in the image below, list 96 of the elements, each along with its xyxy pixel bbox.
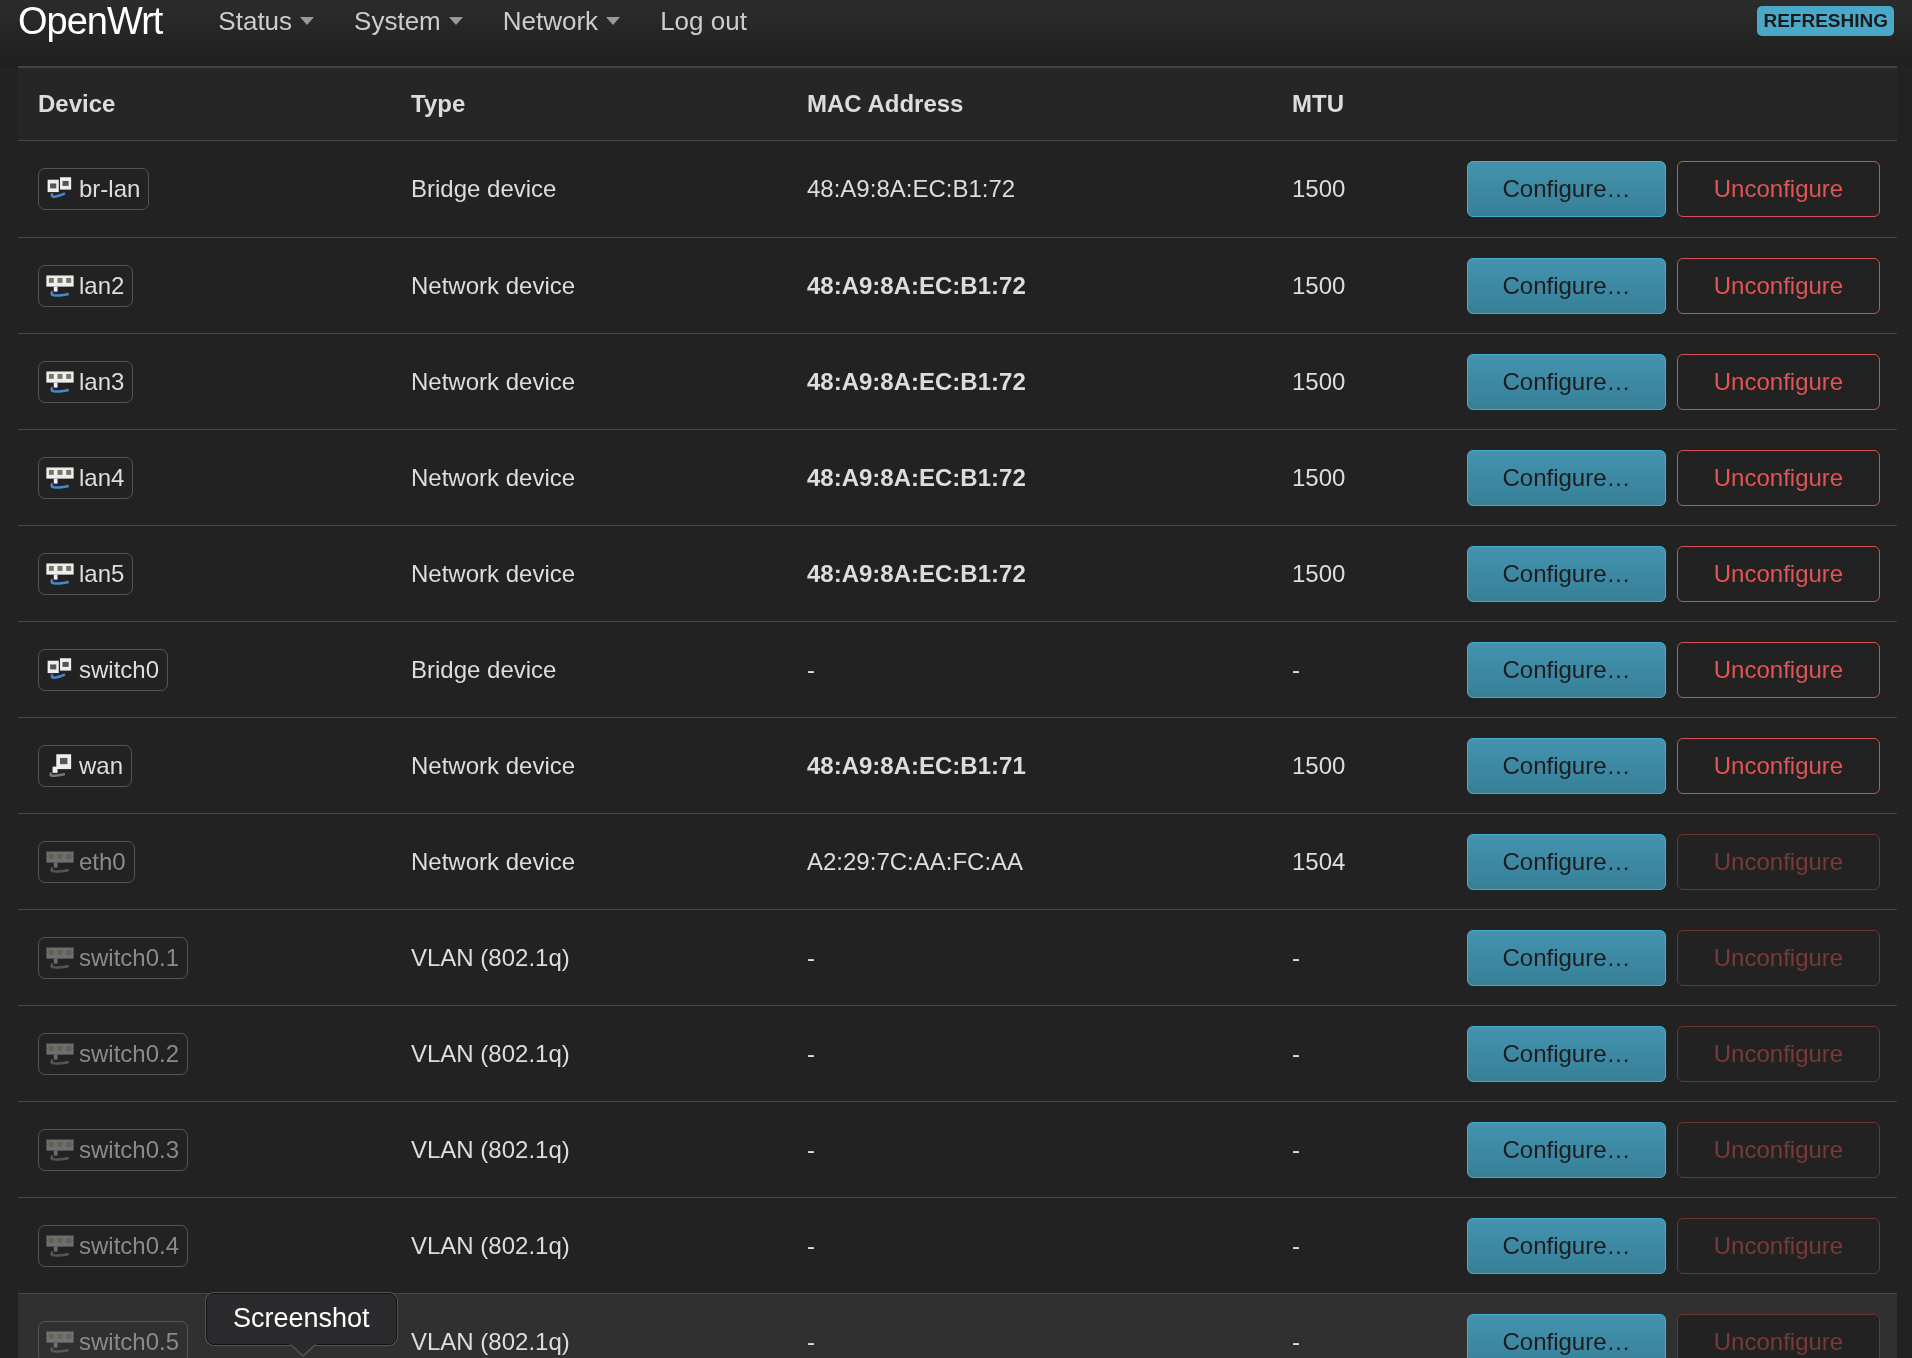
device-badge: br-lan: [38, 168, 150, 210]
ethernet-switch-icon: [45, 1136, 75, 1163]
table-cell-text: 48:A9:8A:EC:B1:72: [807, 367, 1027, 396]
device-badge: switch0.2: [38, 1032, 189, 1075]
device-badge: switch0.4: [38, 1224, 189, 1267]
configure-button[interactable]: Configure…: [1467, 257, 1666, 314]
tooltip: Screenshot: [204, 1291, 399, 1358]
table-cell-text: 1500: [1292, 271, 1347, 300]
table-cell-text: VLAN (802.1q): [411, 1231, 571, 1260]
table-cell-text: Network device: [411, 271, 577, 300]
unconfigure-button[interactable]: Unconfigure: [1677, 161, 1880, 217]
configure-button[interactable]: Configure…: [1467, 161, 1666, 217]
table-cell-text: 48:A9:8A:EC:B1:72: [807, 271, 1027, 300]
table-cell-text: -: [1292, 1039, 1301, 1068]
table-cell-text: VLAN (802.1q): [411, 1135, 571, 1164]
device-badge: lan3: [38, 360, 134, 403]
nav-menu-item[interactable]: Network: [502, 5, 621, 37]
unconfigure-button[interactable]: Unconfigure: [1677, 641, 1880, 698]
table-cell-text: A2:29:7C:AA:FC:AA: [807, 847, 1025, 876]
ethernet-switch-icon: [45, 368, 75, 395]
configure-button[interactable]: Configure…: [1467, 737, 1666, 794]
configure-button[interactable]: Configure…: [1467, 449, 1666, 506]
table-cell-text: Network device: [411, 847, 577, 876]
device-badge: lan2: [38, 264, 134, 307]
table-cell-text: VLAN (802.1q): [411, 943, 571, 972]
unconfigure-button[interactable]: Unconfigure: [1677, 353, 1880, 410]
unconfigure-button[interactable]: Unconfigure: [1677, 449, 1880, 506]
device-badge: lan4: [38, 456, 134, 499]
table-cell-text: -: [1292, 943, 1301, 972]
caret-icon: [300, 17, 315, 25]
status-badge: REFRESHING: [1757, 6, 1894, 36]
device-badge: wan: [38, 744, 133, 787]
ethernet-switch-icon: [45, 560, 75, 587]
configure-button[interactable]: Configure…: [1467, 353, 1666, 410]
table-cell-text: 1500: [1292, 463, 1347, 492]
column-header: MAC Address: [807, 90, 965, 118]
brand-logo[interactable]: OpenWrt: [18, 2, 163, 40]
configure-button[interactable]: Configure…: [1467, 1121, 1666, 1178]
device-badge: lan5: [38, 552, 134, 595]
ethernet-switch-icon: [45, 944, 75, 971]
configure-button[interactable]: Configure…: [1467, 1025, 1666, 1082]
column-header: MTU: [1292, 90, 1345, 118]
table-cell-text: 48:A9:8A:EC:B1:72: [807, 463, 1027, 492]
table-cell-text: 48:A9:8A:EC:B1:72: [807, 175, 1017, 203]
table-cell-text: -: [807, 1231, 816, 1260]
table-cell-text: Network device: [411, 751, 577, 780]
table-cell-text: -: [807, 1135, 816, 1164]
table-cell-text: Network device: [411, 463, 577, 492]
table-cell-text: 1500: [1292, 559, 1347, 588]
table-cell-text: -: [1292, 1327, 1301, 1356]
configure-button[interactable]: Configure…: [1467, 641, 1666, 698]
configure-button[interactable]: Configure…: [1467, 545, 1666, 602]
ethernet-switch-icon: [45, 1040, 75, 1067]
nav-menu-item[interactable]: Log out: [660, 5, 747, 37]
ethernet-switch-icon: [45, 1328, 75, 1355]
table-cell-text: -: [1292, 1231, 1301, 1260]
column-header: Device: [38, 90, 117, 118]
unconfigure-button[interactable]: Unconfigure: [1677, 737, 1880, 794]
unconfigure-button[interactable]: Unconfigure: [1677, 545, 1880, 602]
table-cell-text: 1500: [1292, 751, 1347, 780]
configure-button[interactable]: Configure…: [1467, 929, 1666, 986]
table-cell-text: Bridge device: [411, 175, 558, 203]
table-cell-text: VLAN (802.1q): [411, 1327, 571, 1356]
ethernet-switch-icon: [45, 848, 75, 875]
ethernet-switch-icon: [45, 464, 75, 491]
ethernet-switch-icon: [45, 272, 75, 299]
table-cell-text: -: [807, 1327, 816, 1356]
table-cell-text: 1500: [1292, 175, 1347, 203]
table-cell-text: 48:A9:8A:EC:B1:72: [807, 559, 1027, 588]
ethernet-switch-icon: [45, 1232, 75, 1259]
nav-menu-item[interactable]: Status: [218, 5, 315, 37]
configure-button[interactable]: Configure…: [1467, 833, 1666, 890]
table-cell-text: 48:A9:8A:EC:B1:71: [807, 751, 1027, 780]
table-cell-text: Bridge device: [411, 655, 558, 684]
table-cell-text: 1500: [1292, 367, 1347, 396]
table-cell-text: Network device: [411, 367, 577, 396]
table-cell-text: Network device: [411, 559, 577, 588]
table-cell-text: -: [1292, 655, 1301, 684]
table-cell-text: -: [807, 1039, 816, 1068]
table-cell-text: VLAN (802.1q): [411, 1039, 571, 1068]
table-cell-text: -: [807, 943, 816, 972]
table-cell-text: 1504: [1292, 847, 1347, 876]
device-badge: switch0.5: [38, 1320, 189, 1358]
table-cell-text: -: [1292, 1135, 1301, 1164]
caret-icon: [448, 17, 463, 25]
device-badge: switch0: [38, 648, 169, 691]
caret-icon: [606, 17, 621, 25]
column-header: Type: [411, 90, 467, 118]
device-badge: switch0.3: [38, 1128, 189, 1171]
configure-button[interactable]: Configure…: [1467, 1313, 1666, 1358]
table-cell-text: -: [807, 655, 816, 684]
unconfigure-button[interactable]: Unconfigure: [1677, 257, 1880, 314]
configure-button[interactable]: Configure…: [1467, 1217, 1666, 1274]
device-badge: switch0.1: [38, 936, 189, 979]
device-badge: eth0: [38, 840, 135, 883]
nav-menu-item[interactable]: System: [354, 5, 463, 37]
